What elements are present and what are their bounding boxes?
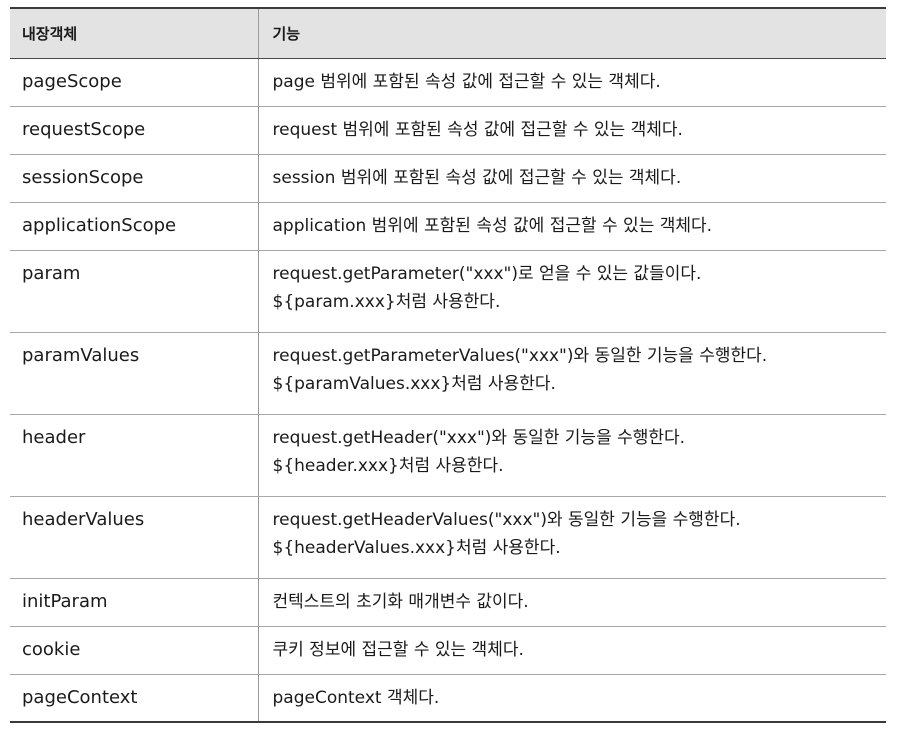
- table-row: requestScope request 범위에 포함된 속성 값에 접근할 수 …: [10, 106, 886, 155]
- description-cell: pageContext 객체다.: [257, 674, 886, 723]
- object-name-cell: sessionScope: [10, 154, 258, 203]
- description-cell: request.getParameterValues("xxx")와 동일한 기…: [257, 332, 886, 415]
- description-cell: session 범위에 포함된 속성 값에 접근할 수 있는 객체다.: [257, 154, 886, 203]
- description-cell: application 범위에 포함된 속성 값에 접근할 수 있는 객체다.: [257, 202, 886, 251]
- description-line: request.getHeaderValues("xxx")와 동일한 기능을 …: [272, 509, 741, 530]
- description-line: ${param.xxx}처럼 사용한다.: [272, 291, 501, 312]
- object-name-cell: requestScope: [10, 106, 258, 155]
- table-row: paramValues request.getParameterValues("x…: [10, 332, 886, 415]
- description-line: request.getParameter("xxx")로 얻을 수 있는 값들이…: [272, 263, 702, 284]
- description-line: page 범위에 포함된 속성 값에 접근할 수 있는 객체다.: [272, 71, 661, 92]
- object-name-cell: param: [10, 250, 258, 333]
- table-row: pageScope page 범위에 포함된 속성 값에 접근할 수 있는 객체다…: [10, 58, 886, 107]
- description-cell: request 범위에 포함된 속성 값에 접근할 수 있는 객체다.: [257, 106, 886, 155]
- table-row: header request.getHeader("xxx")와 동일한 기능을 …: [10, 414, 886, 497]
- description-line: 쿠키 정보에 접근할 수 있는 객체다.: [272, 639, 524, 660]
- header-cell-object: 내장객체: [10, 7, 258, 59]
- implicit-objects-table-wrap: 내장객체 기능 pageScope page 범위에 포함된 속성 값에 접근할 …: [10, 7, 886, 723]
- header-row: 내장객체 기능: [10, 7, 886, 59]
- description-cell: page 범위에 포함된 속성 값에 접근할 수 있는 객체다.: [257, 58, 886, 107]
- object-name-cell: cookie: [10, 626, 258, 675]
- table-row: param request.getParameter("xxx")로 얻을 수 있…: [10, 250, 886, 333]
- object-name-cell: header: [10, 414, 258, 497]
- description-cell: 컨텍스트의 초기화 매개변수 값이다.: [257, 578, 886, 627]
- object-name-cell: applicationScope: [10, 202, 258, 251]
- description-line: ${paramValues.xxx}처럼 사용한다.: [272, 373, 556, 394]
- description-line: 컨텍스트의 초기화 매개변수 값이다.: [272, 591, 529, 612]
- description-line: ${header.xxx}처럼 사용한다.: [272, 455, 504, 476]
- description-line: application 범위에 포함된 속성 값에 접근할 수 있는 객체다.: [272, 215, 713, 236]
- description-line: ${headerValues.xxx}처럼 사용한다.: [272, 537, 561, 558]
- object-name-cell: headerValues: [10, 496, 258, 579]
- table-row: headerValues request.getHeaderValues("xxx…: [10, 496, 886, 579]
- description-cell: 쿠키 정보에 접근할 수 있는 객체다.: [257, 626, 886, 675]
- table-row: cookie 쿠키 정보에 접근할 수 있는 객체다.: [10, 626, 886, 675]
- object-name-cell: pageContext: [10, 674, 258, 723]
- implicit-objects-table: 내장객체 기능 pageScope page 범위에 포함된 속성 값에 접근할 …: [10, 7, 886, 723]
- table-row: pageContext pageContext 객체다.: [10, 674, 886, 723]
- table-row: initParam 컨텍스트의 초기화 매개변수 값이다.: [10, 578, 886, 627]
- description-cell: request.getParameter("xxx")로 얻을 수 있는 값들이…: [257, 250, 886, 333]
- description-line: request.getParameterValues("xxx")와 동일한 기…: [272, 345, 768, 366]
- header-cell-function: 기능: [257, 7, 886, 59]
- table-header: 내장객체 기능: [10, 7, 886, 59]
- table-row: applicationScope application 범위에 포함된 속성 값…: [10, 202, 886, 251]
- object-name-cell: pageScope: [10, 58, 258, 107]
- object-name-cell: paramValues: [10, 332, 258, 415]
- description-line: session 범위에 포함된 속성 값에 접근할 수 있는 객체다.: [272, 167, 682, 188]
- description-cell: request.getHeaderValues("xxx")와 동일한 기능을 …: [257, 496, 886, 579]
- table-row: sessionScope session 범위에 포함된 속성 값에 접근할 수 …: [10, 154, 886, 203]
- description-line: request.getHeader("xxx")와 동일한 기능을 수행한다.: [272, 427, 686, 448]
- object-name-cell: initParam: [10, 578, 258, 627]
- table-body: pageScope page 범위에 포함된 속성 값에 접근할 수 있는 객체다…: [10, 58, 886, 723]
- description-line: pageContext 객체다.: [272, 687, 440, 708]
- description-line: request 범위에 포함된 속성 값에 접근할 수 있는 객체다.: [272, 119, 683, 140]
- description-cell: request.getHeader("xxx")와 동일한 기능을 수행한다. $…: [257, 414, 886, 497]
